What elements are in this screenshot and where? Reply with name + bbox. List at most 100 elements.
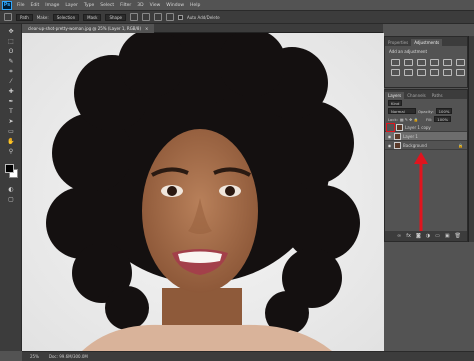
doc-info: Doc: 99.6M/300.0M [48,354,88,359]
layer-thumbnail [394,132,401,140]
adjustment-layer-icon[interactable]: ◑ [426,233,430,239]
lock-icons[interactable]: ▦ ✎ ✥ 🔒 [400,117,424,122]
fill-label: Fill: [425,116,433,122]
healing-icon[interactable]: ✚ [6,88,16,96]
menu-layer[interactable]: Layer [62,3,81,8]
shape-icon[interactable]: ▭ [6,128,16,136]
quick-mask-icon[interactable]: ◐ [6,186,16,194]
mask-button[interactable]: Mask [83,13,102,21]
blend-mode-select[interactable]: Normal [388,108,416,114]
photo-filter-icon[interactable] [417,69,426,76]
path-operations-icon[interactable] [129,13,138,21]
menu-view[interactable]: View [147,3,164,8]
marquee-icon[interactable]: ⬚ [6,38,16,46]
document-tab[interactable]: clear-up-shot-pretty-woman.jpg @ 25% (La… [22,23,155,33]
menu-type[interactable]: Type [81,3,97,8]
layer-row-background[interactable]: ◉ Background 🔒 [385,141,467,150]
layer-thumbnail [394,141,401,149]
opacity-input[interactable]: 100% [435,108,453,114]
path-select-icon[interactable]: ➤ [6,118,16,126]
move-icon[interactable]: ✥ [6,28,16,36]
make-label: Make: [36,14,49,20]
quick-select-icon[interactable]: ✎ [6,58,16,66]
menu-3d[interactable]: 3D [134,3,146,8]
trash-icon[interactable]: 🗑 [455,233,461,239]
menu-bar: Ps File Edit Image Layer Type Select Fil… [0,0,474,10]
menu-help[interactable]: Help [187,3,203,8]
visibility-toggle-empty[interactable] [386,122,395,132]
brightness-icon[interactable] [391,59,400,66]
mask-icon[interactable]: ◙ [416,233,421,239]
layer-thumbnail [396,123,403,131]
invert-icon[interactable] [456,69,465,76]
settings-gear-icon[interactable] [165,13,174,21]
layers-panel: Layers Channels Paths Kind Normal Opacit… [384,89,468,242]
menu-window[interactable]: Window [163,3,187,8]
tab-layers[interactable]: Layers [385,92,405,99]
layer-row-copy[interactable]: Layer 1 copy [385,122,467,132]
eye-icon[interactable]: ◉ [387,134,392,139]
lasso-icon[interactable]: ʘ [6,48,16,56]
menu-edit[interactable]: Edit [28,3,43,8]
fx-icon[interactable]: fx [406,233,411,239]
eye-icon[interactable]: ◉ [387,143,392,148]
layer-name[interactable]: Background [403,143,427,148]
layers-panel-tabs: Layers Channels Paths [385,90,467,99]
pen-tool-preset-icon[interactable] [4,13,12,21]
vibrance-icon[interactable] [443,59,452,66]
selection-button[interactable]: Selection [52,13,80,21]
tool-mode-select[interactable]: Path [16,13,33,21]
menu-file[interactable]: File [14,3,28,8]
portrait-photo [22,33,384,351]
new-layer-icon[interactable]: ▣ [445,233,450,239]
layer-name[interactable]: Layer 1 [403,134,418,139]
lock-icon: 🔒 [458,142,463,148]
layer-row-layer1[interactable]: ◉ Layer 1 [385,132,467,141]
curves-icon[interactable] [417,59,426,66]
screen-mode-icon[interactable]: ▢ [6,196,16,204]
layers-footer: ∞ fx ◙ ◑ ▭ ▣ 🗑 [385,231,467,241]
layer-filter-select[interactable]: Kind [388,100,403,106]
auto-add-delete-checkbox[interactable] [177,14,183,20]
hand-icon[interactable]: ✋ [6,138,16,146]
annotation-arrow [414,152,428,232]
close-icon[interactable]: × [145,26,148,31]
eyedropper-icon[interactable]: ⁄ [6,78,16,86]
path-alignment-icon[interactable] [141,13,150,21]
tab-paths[interactable]: Paths [429,92,446,99]
foreground-color-swatch[interactable] [5,164,14,173]
shape-button[interactable]: Shape [105,13,126,21]
hue-saturation-icon[interactable] [456,59,465,66]
status-bar: 25% Doc: 99.6M/300.0M [22,351,474,361]
path-arrangement-icon[interactable] [153,13,162,21]
crop-icon[interactable]: ⌗ [6,68,16,76]
black-white-icon[interactable] [404,69,413,76]
document-tab-title: clear-up-shot-pretty-woman.jpg @ 25% (La… [28,25,141,31]
tab-adjustments[interactable]: Adjustments [411,39,443,46]
document-tab-bar: clear-up-shot-pretty-woman.jpg @ 25% (La… [22,23,383,33]
adjustments-title: Add an adjustment [389,49,428,54]
layer-name[interactable]: Layer 1 copy [405,125,431,130]
channel-mixer-icon[interactable] [430,69,439,76]
adjustments-panel: Properties Adjustments Add an adjustment [384,36,468,88]
color-balance-icon[interactable] [391,69,400,76]
document-canvas[interactable] [22,33,384,351]
color-lookup-icon[interactable] [443,69,452,76]
zoom-icon[interactable]: ⚲ [6,148,16,156]
collapsed-panel-strip[interactable] [468,36,474,242]
adjustments-panel-tabs: Properties Adjustments [385,37,467,46]
menu-filter[interactable]: Filter [117,3,134,8]
fill-input[interactable]: 100% [434,116,452,122]
folder-icon[interactable]: ▭ [435,233,440,239]
auto-add-delete-label: Auto Add/Delete [186,14,220,20]
exposure-icon[interactable] [430,59,439,66]
tab-channels[interactable]: Channels [404,92,429,99]
tab-properties[interactable]: Properties [385,39,411,46]
type-icon[interactable]: T [6,108,16,116]
menu-select[interactable]: Select [97,3,117,8]
menu-image[interactable]: Image [42,3,62,8]
link-icon[interactable]: ∞ [397,233,401,239]
levels-icon[interactable] [404,59,413,66]
zoom-level[interactable]: 25% [30,354,39,359]
pen-icon[interactable]: ✒ [6,98,16,106]
